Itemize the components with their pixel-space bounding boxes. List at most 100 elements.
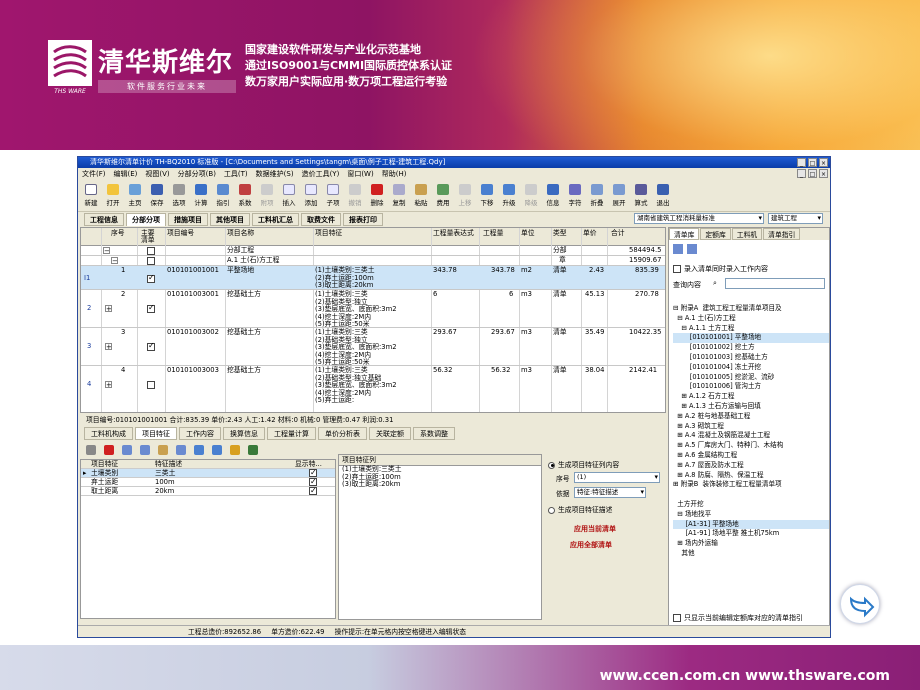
main-checkbox[interactable]	[147, 257, 155, 265]
expand-icon[interactable]: +	[105, 305, 112, 313]
export-icon[interactable]	[176, 445, 186, 455]
new-button[interactable]: 新建	[80, 184, 102, 207]
tab-related-quota[interactable]: 关联定额	[369, 427, 411, 440]
table-row[interactable]: ▸ 土壤类别 三类土	[81, 468, 335, 478]
import-icon[interactable]	[158, 445, 168, 455]
apply-current-button[interactable]: 应用当前清单	[574, 524, 616, 534]
tab-conversion-info[interactable]: 换算信息	[223, 427, 265, 440]
coefficient-button[interactable]: 系数	[234, 184, 256, 207]
table-row[interactable]: 3 + 3 010101003002 挖基础土方 (1)土壤类别:三类 (2)基…	[81, 328, 665, 366]
menu-help[interactable]: 帮助(H)	[382, 168, 407, 180]
tree-node[interactable]: ⊟ A.1.1 土方工程	[673, 324, 829, 334]
tree-node[interactable]: 其他	[673, 549, 829, 559]
tree-node[interactable]: ⊞ 场内外运输	[673, 539, 829, 549]
calculate-button[interactable]: 计算	[190, 184, 212, 207]
tab-project-info[interactable]: 工程信息	[84, 212, 124, 226]
copy-icon[interactable]	[122, 445, 132, 455]
tab-materials-summary[interactable]: 工料机汇总	[252, 212, 299, 226]
next-arrow-icon[interactable]	[840, 584, 880, 624]
attach-button[interactable]: 附项	[256, 184, 278, 207]
tab-items[interactable]: 分部分项	[126, 212, 166, 226]
tab-bill-library[interactable]: 清单库	[669, 228, 700, 240]
radio-generate-description[interactable]: 生成项目特征描述	[548, 504, 612, 514]
move-up-icon[interactable]	[194, 445, 204, 455]
tab-measures[interactable]: 措施项目	[168, 212, 208, 226]
move-down-icon[interactable]	[212, 445, 222, 455]
exit-button[interactable]: 退出	[652, 184, 674, 207]
tab-quota-library[interactable]: 定额库	[700, 228, 731, 240]
tab-materials[interactable]: 工料机	[731, 228, 763, 240]
menu-edit[interactable]: 编辑(E)	[114, 168, 138, 180]
tab-coefficient-adjust[interactable]: 系数调整	[413, 427, 455, 440]
table-row[interactable]: 取土距离 20km	[81, 486, 335, 496]
tree-node[interactable]: [010101001] 平整场地	[673, 333, 829, 344]
tree-node[interactable]: ⊟ 附录A 建筑工程工程量清单项目及	[673, 304, 829, 314]
close-icon[interactable]: ×	[819, 158, 828, 167]
doc-close-icon[interactable]: ×	[819, 169, 828, 178]
table-row[interactable]: − 分部工程 分部 584494.5	[81, 246, 665, 256]
input-work-content-checkbox[interactable]: 录入清单同时录入工作内容	[673, 264, 768, 274]
tab-quantity-calc[interactable]: 工程量计算	[267, 427, 316, 440]
guide-button[interactable]: 指引	[212, 184, 234, 207]
tree-node[interactable]: [010101003] 挖基础土方	[673, 353, 829, 363]
grid-icon[interactable]	[673, 244, 683, 254]
collapse-icon[interactable]: −	[103, 247, 110, 255]
tab-price-analysis[interactable]: 单价分析表	[318, 427, 367, 440]
downgrade-button[interactable]: 降级	[520, 184, 542, 207]
show-current-guide-checkbox[interactable]: 只显示当前编辑定额库对应的清单指引	[673, 613, 803, 623]
tree-node[interactable]: ⊟ A.1 土(石)方工程	[673, 314, 829, 324]
show-checkbox[interactable]	[309, 477, 317, 486]
formula-button[interactable]: 算式	[630, 184, 652, 207]
tree-node[interactable]: ⊞ A.5 厂库房大门、特种门、木结构	[673, 441, 829, 451]
menu-cost-tools[interactable]: 造价工具(Y)	[302, 168, 340, 180]
add-button[interactable]: 添加	[300, 184, 322, 207]
tree-node[interactable]: ⊞ A.7 屋面及防水工程	[673, 461, 829, 471]
undo-button[interactable]: 撤销	[344, 184, 366, 207]
collapse-button[interactable]: 折叠	[586, 184, 608, 207]
expand-icon[interactable]: +	[105, 343, 112, 351]
copy-button[interactable]: 复制	[388, 184, 410, 207]
table-row[interactable]: 4 + 4 010101003003 挖基础土方 (1)土壤类别:三类 (2)基…	[81, 366, 665, 406]
tree-node[interactable]: ⊞ 附录B 装饰装修工程工程量清单项	[673, 480, 829, 490]
table-row[interactable]: − A.1 土(石)方工程 章 15909.67	[81, 256, 665, 266]
tab-material-composition[interactable]: 工料机构成	[84, 427, 133, 440]
menu-items[interactable]: 分部分项(B)	[178, 168, 216, 180]
table-row-selected[interactable]: I1 1 010101001001 平整场地 (1)土壤类别:三类土 (2)弃土…	[81, 266, 665, 290]
table-row[interactable]: 弃土运距 100m	[81, 477, 335, 487]
insert-button[interactable]: 插入	[278, 184, 300, 207]
paste-icon[interactable]	[140, 445, 150, 455]
tree-node[interactable]: ⊞ A.1.3 土石方运输与回填	[673, 402, 829, 412]
options-button[interactable]: 选项	[168, 184, 190, 207]
upgrade-button[interactable]: 升级	[498, 184, 520, 207]
main-checkbox[interactable]	[147, 381, 155, 389]
expand-button[interactable]: 展开	[608, 184, 630, 207]
main-checkbox[interactable]	[147, 274, 155, 283]
tree-node[interactable]: 土方开挖	[673, 500, 829, 510]
tree-node[interactable]: [010101005] 挖淤泥、流砂	[673, 373, 829, 383]
tree-node[interactable]: ⊞ A.6 金属结构工程	[673, 451, 829, 461]
menu-file[interactable]: 文件(F)	[82, 168, 106, 180]
table-row[interactable]: 2 + 2 010101003001 挖基础土方 (1)土壤类别:三类 (2)基…	[81, 290, 665, 328]
tree-node[interactable]: [010101006] 管沟土方	[673, 382, 829, 392]
tab-item-features[interactable]: 项目特征	[135, 427, 177, 440]
expand-icon[interactable]: +	[105, 381, 112, 389]
character-button[interactable]: 字符	[564, 184, 586, 207]
filter-icon[interactable]	[248, 445, 258, 455]
subitem-button[interactable]: 子项	[322, 184, 344, 207]
tree-node[interactable]: ⊞ A.4 混凝土及钢筋混凝土工程	[673, 431, 829, 441]
feature-text-panel[interactable]: 项目特征列 (1)土壤类别:三类土 (2)弃土运距:100m (3)取土距离:2…	[338, 454, 542, 620]
tree-node[interactable]: [A1-31] 平整场地	[673, 519, 829, 530]
type-select[interactable]: 建筑工程	[768, 213, 823, 224]
paste-button[interactable]: 粘贴	[410, 184, 432, 207]
tree-node[interactable]: [A1-91] 场地平整 推土机75km	[673, 529, 829, 539]
region-select[interactable]: 湖南省建筑工程消耗量标准	[634, 213, 764, 224]
open-button[interactable]: 打开	[102, 184, 124, 207]
tree-node[interactable]: [010101002] 挖土方	[673, 343, 829, 353]
doc-minimize-icon[interactable]: _	[797, 169, 806, 178]
move-up-button[interactable]: 上移	[454, 184, 476, 207]
tree-node[interactable]: ⊟ 场地找平	[673, 510, 829, 520]
tree-icon[interactable]	[687, 244, 697, 254]
tree-node[interactable]: ⊞ A.3 砌筑工程	[673, 422, 829, 432]
tree-node[interactable]: [010101004] 冻土开挖	[673, 363, 829, 373]
minimize-icon[interactable]: _	[797, 158, 806, 167]
